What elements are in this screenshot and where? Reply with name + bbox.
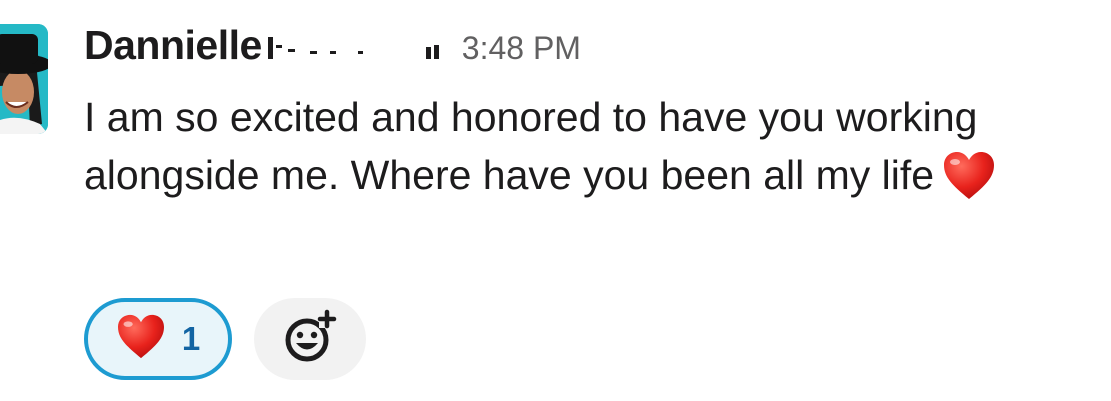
message-header: Dannielle 3:48 PM [84, 22, 1101, 82]
heart-emoji-icon [116, 314, 166, 365]
redacted-surname [266, 37, 456, 59]
sender-name[interactable]: Dannielle [84, 22, 262, 69]
reactions-bar: 1 [84, 298, 366, 380]
add-reaction-button[interactable] [254, 298, 366, 380]
add-reaction-icon [281, 308, 339, 371]
reaction-heart-button[interactable]: 1 [84, 298, 232, 380]
reaction-count: 1 [181, 320, 201, 357]
message-body: I am so excited and honored to have you … [84, 88, 1094, 204]
message-container: Dannielle 3:48 PM I am so excited and ho… [0, 0, 1111, 401]
message-content: Dannielle 3:48 PM I am so excited and ho… [84, 22, 1101, 204]
message-text: I am so excited and honored to have you … [84, 94, 978, 198]
avatar[interactable] [0, 24, 48, 134]
heart-emoji-icon [942, 151, 996, 201]
message-timestamp[interactable]: 3:48 PM [462, 30, 581, 67]
